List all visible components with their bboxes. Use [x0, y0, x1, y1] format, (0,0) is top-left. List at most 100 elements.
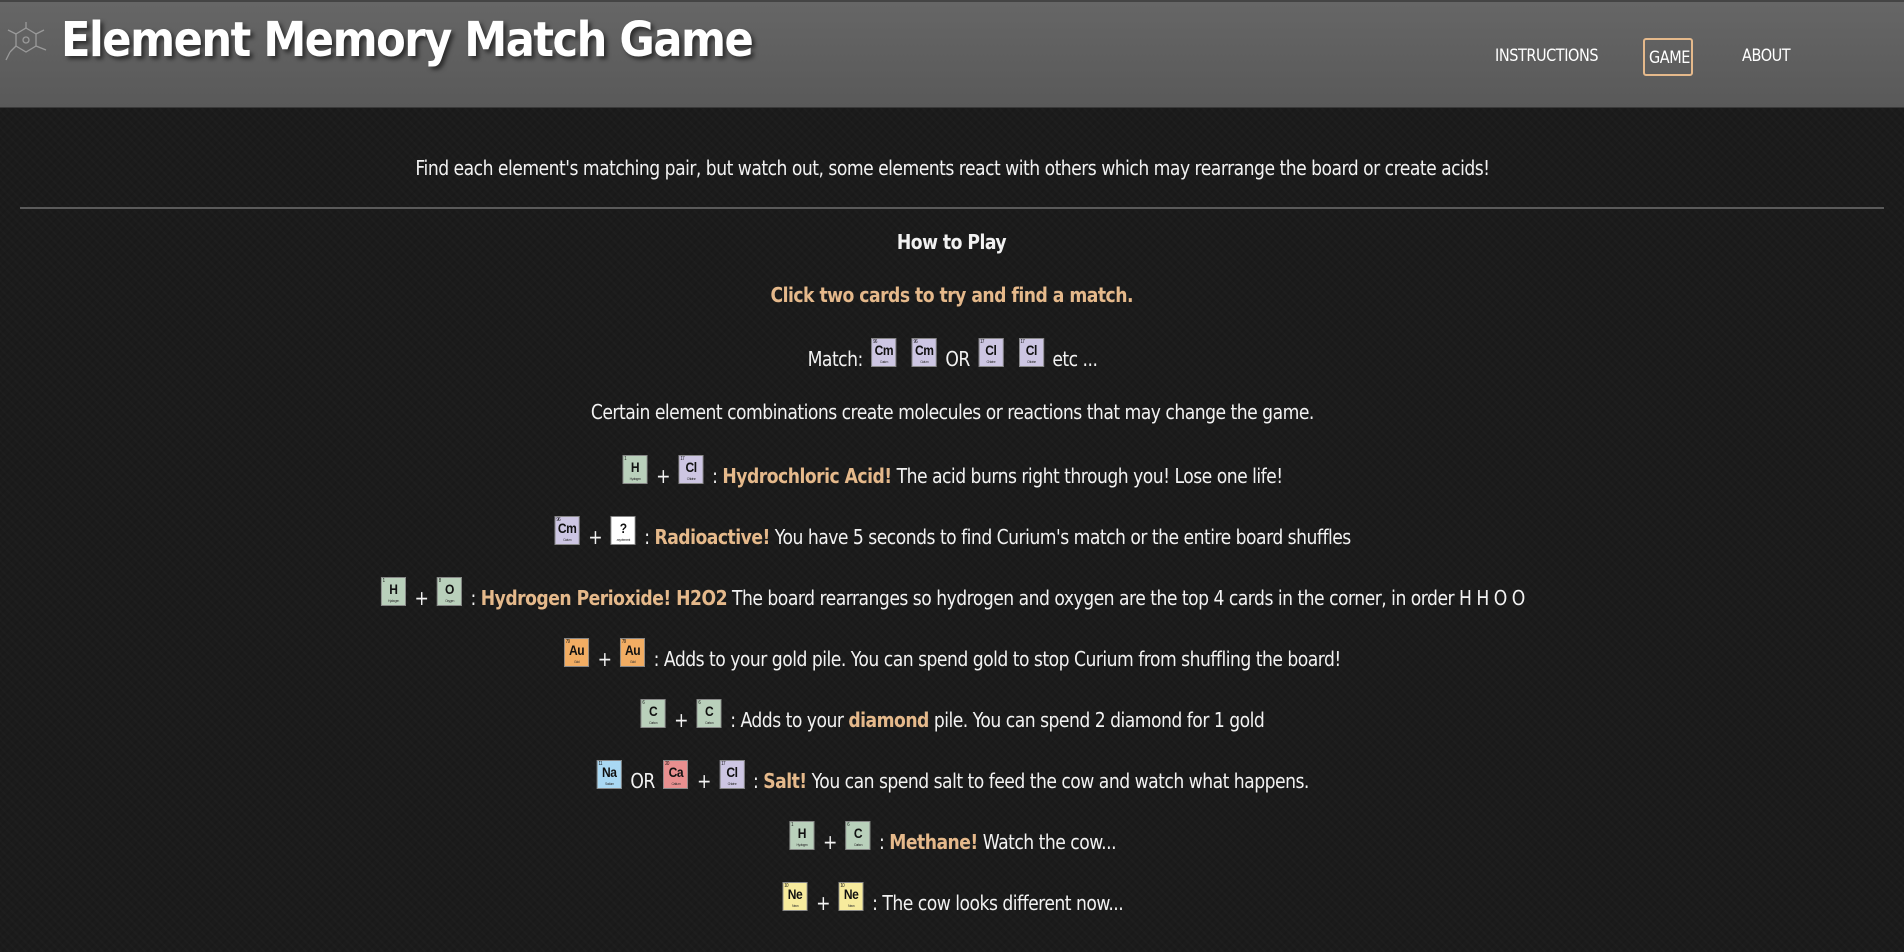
tile-symbol: Cm [874, 342, 893, 358]
click-instruction: Click two cards to try and find a match. [770, 283, 1134, 307]
tile-symbol: Cl [685, 459, 698, 475]
tile-symbol: Na [602, 764, 617, 780]
rule-hydrogen-peroxide: 1 H Hydrogen + 8 O Oxygen : Hydrogen Perioxi… [0, 577, 1904, 612]
tile-element-name: Curium [879, 359, 888, 364]
tile-symbol: H [389, 581, 398, 597]
tile-element-name: any element [616, 537, 631, 542]
tile-element-name: Carbon [649, 720, 658, 725]
tile-element-name: Calcium [671, 781, 681, 786]
plus-sign: + [588, 524, 603, 549]
tile-element-name: Gold [630, 659, 636, 664]
rule-text: Watch the cow... [982, 829, 1117, 854]
tile-symbol: C [705, 703, 714, 719]
divider [20, 207, 1884, 209]
nav-game[interactable]: GAME [1643, 38, 1693, 76]
oxygen-tile: 8 O Oxygen [437, 577, 462, 606]
tile-symbol: Cl [1025, 342, 1037, 358]
plus-sign: + [598, 646, 612, 671]
rule-highlight: diamond [848, 707, 930, 732]
tile-element-name: Sodium [605, 781, 614, 786]
carbon-tile: 6 C Carbon [641, 699, 666, 728]
rule-highlight: Salt! [763, 768, 807, 793]
tile-element-name: Gold [574, 659, 580, 664]
tile-symbol: Cl [726, 764, 738, 780]
intro-text: Find each element's matching pair, but w… [414, 156, 1490, 180]
tile-element-name: Chlorine [1026, 359, 1036, 364]
chlorine-tile: 17 Cl Chlorine [678, 455, 704, 484]
tile-element-name: Carbon [705, 720, 714, 725]
rule-neon: 10 Ne Neon + 10 Ne Neon : The cow looks diff… [0, 882, 1904, 917]
chlorine-tile: 17 Cl Chlorine [977, 338, 1003, 367]
tile-element-name: Neon [847, 903, 855, 908]
chlorine-tile: 17 Cl Chlorine [719, 760, 745, 789]
match-example-line: Match: 96 Cm Curium 96 Cm Curium OR 17 Cl Chlo… [0, 338, 1904, 373]
hydrogen-tile: 1 H Hydrogen [622, 455, 648, 484]
plus-sign: + [816, 890, 830, 915]
neon-tile: 10 Ne Neon [782, 882, 808, 911]
rule-text: You have 5 seconds to find Curium's matc… [774, 524, 1352, 549]
chlorine-tile: 17 Cl Chlorine [1018, 338, 1044, 367]
curium-tile: 96 Cm Curium [911, 338, 937, 367]
rule-salt: 11 Na Sodium OR 20 Ca Calcium + 17 Cl Chlorine… [0, 760, 1904, 795]
sodium-tile: 11 Na Sodium [596, 760, 622, 789]
colon: : [753, 768, 759, 793]
tile-symbol: Ca [668, 764, 684, 780]
rule-gold: 79 Au Gold + 79 Au Gold : Adds to your gold … [0, 638, 1904, 673]
how-to-play-heading-line: How to Play [0, 230, 1904, 254]
how-to-play-heading: How to Play [897, 230, 1007, 254]
tile-symbol: Cm [914, 342, 934, 358]
rule-text: You can spend salt to feed the cow and w… [811, 768, 1310, 793]
colon: : [470, 585, 477, 610]
instructions-content: Find each element's matching pair, but w… [0, 108, 1904, 952]
curium-tile: 96 Cm Curium [554, 516, 580, 545]
tile-element-name: Hydrogen [629, 476, 641, 481]
etc-label: etc ... [1051, 346, 1098, 371]
plus-sign: + [674, 707, 689, 732]
tile-element-name: Curium [563, 537, 572, 542]
rule-text: pile. You can spend 2 diamond for 1 gold [934, 707, 1265, 732]
rule-highlight: Radioactive! [654, 524, 771, 549]
tile-element-name: Carbon [853, 842, 863, 847]
rule-highlight: Hydrochloric Acid! [722, 463, 893, 488]
tile-symbol: C [649, 703, 658, 719]
tile-element-name: Chlorine [727, 781, 737, 786]
rule-prefix: : Adds to your [730, 707, 845, 732]
tile-symbol: H [631, 459, 640, 475]
carbon-tile: 6 C Carbon [845, 821, 871, 850]
nav-instructions[interactable]: INSTRUCTIONS [1495, 38, 1599, 76]
main-nav: INSTRUCTIONS GAME ABOUT [0, 38, 1904, 76]
combos-intro: Certain element combinations create mole… [590, 400, 1314, 424]
tile-element-name: Chlorine [686, 476, 696, 481]
tile-element-name: Hydrogen [796, 842, 808, 847]
gold-tile: 79 Au Gold [564, 638, 590, 667]
tile-symbol: Ne [843, 886, 859, 902]
tile-element-name: Oxygen [445, 598, 454, 603]
rule-hydrochloric-acid: 1 H Hydrogen + 17 Cl Chlorine : Hydrochloric… [0, 455, 1904, 490]
colon: : [712, 463, 718, 488]
nav-game-label: GAME [1649, 48, 1690, 68]
hydrogen-tile: 1 H Hydrogen [380, 577, 406, 606]
tile-element-name: Chlorine [986, 359, 995, 364]
colon: : [879, 829, 885, 854]
intro-line: Find each element's matching pair, but w… [0, 156, 1904, 180]
tile-element-name: Curium [919, 359, 929, 364]
or-label: OR [944, 346, 970, 371]
tile-element-name: Hydrogen [388, 598, 399, 603]
tile-symbol: C [853, 825, 863, 841]
tile-symbol: Cm [557, 520, 577, 536]
rule-highlight: Hydrogen Perioxide! H2O2 [480, 585, 728, 610]
carbon-tile: 6 C Carbon [697, 699, 723, 728]
nav-about[interactable]: ABOUT [1742, 38, 1791, 76]
tile-symbol: Cl [984, 342, 997, 358]
rule-methane: 1 H Hydrogen + 6 C Carbon : Methane! Watch t… [0, 821, 1904, 856]
plus-sign: + [823, 829, 838, 854]
tile-symbol: H [797, 825, 807, 841]
tile-symbol: ? [619, 520, 627, 536]
site-header: Element Memory Match Game INSTRUCTIONS G… [0, 0, 1904, 108]
rule-text: The acid burns right through you! Lose o… [896, 463, 1284, 488]
tile-symbol: O [445, 581, 454, 597]
tile-element-name: Neon [791, 903, 799, 908]
rule-text: The board rearranges so hydrogen and oxy… [732, 585, 1525, 610]
hydrogen-tile: 1 H Hydrogen [789, 821, 815, 850]
unknown-element-tile: ? any element [610, 516, 636, 545]
